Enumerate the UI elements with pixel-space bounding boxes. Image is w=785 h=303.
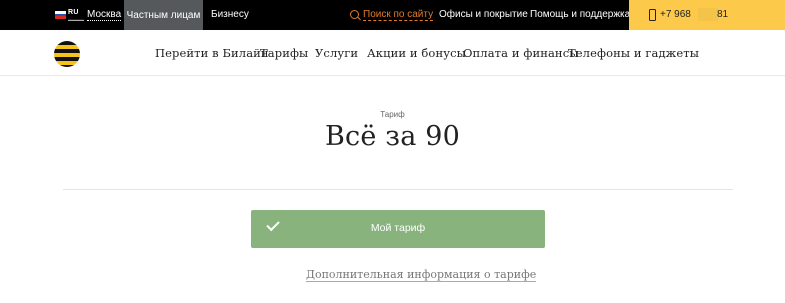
search-link[interactable]: Поиск по сайту <box>363 9 434 21</box>
region-sub: ▬▬▬▬ <box>68 17 84 22</box>
phone-number-suffix: 81 <box>717 9 729 20</box>
search-icon[interactable] <box>350 10 359 19</box>
city-selector[interactable]: Москва <box>87 9 122 21</box>
flag-ru-icon[interactable] <box>55 11 66 19</box>
segment-business[interactable]: Бизнесу <box>211 9 249 20</box>
phone-number-box[interactable]: +7 968 81 <box>629 0 785 30</box>
nav-item-devices[interactable]: Телефоны и гаджеты <box>568 46 699 60</box>
nav-item-payments[interactable]: Оплата и финансы <box>463 46 579 60</box>
help-link[interactable]: Помощь и поддержка <box>530 9 630 20</box>
offices-link[interactable]: Офисы и покрытие <box>439 9 528 20</box>
nav-item-tariffs[interactable]: Тарифы <box>260 46 308 60</box>
beeline-logo[interactable] <box>54 41 80 67</box>
nav-item-services[interactable]: Услуги <box>315 46 358 60</box>
phone-icon <box>649 9 656 21</box>
divider <box>63 189 733 190</box>
region-code[interactable]: RU <box>68 9 79 16</box>
more-info-link[interactable]: Дополнительная информация о тарифе <box>306 268 537 282</box>
phone-number-prefix: +7 968 <box>660 9 691 20</box>
nav-item-promotions[interactable]: Акции и бонусы <box>367 46 466 60</box>
my-tariff-button[interactable]: Мой тариф <box>251 210 545 248</box>
tariff-eyebrow: Тариф <box>380 110 405 119</box>
top-bar: RU ▬▬▬▬ Москва Частным лицам Бизнесу Пои… <box>0 0 785 30</box>
page-title: Всё за 90 <box>324 121 461 152</box>
nav-item-switch-to-beeline[interactable]: Перейти в Билайн <box>155 46 269 60</box>
phone-number-masked <box>698 8 718 21</box>
segment-private[interactable]: Частным лицам <box>124 0 203 30</box>
my-tariff-button-label: Мой тариф <box>370 222 426 234</box>
